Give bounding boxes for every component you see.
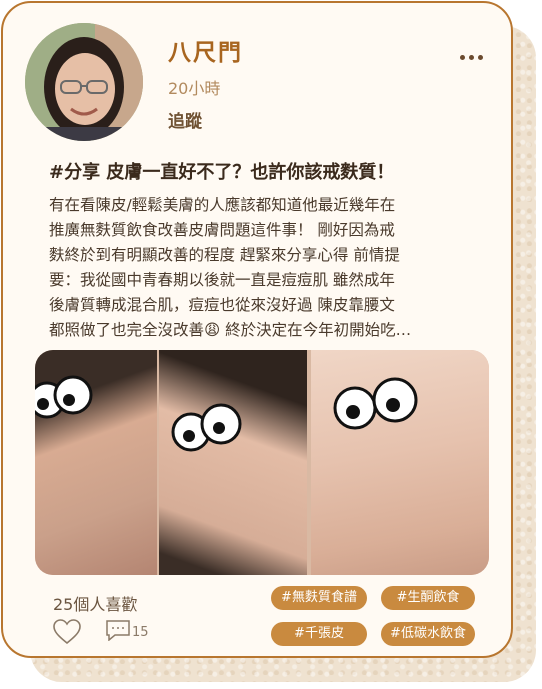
- tag-tofu-skin[interactable]: #千張皮: [271, 622, 367, 646]
- author-name[interactable]: 八尺門: [168, 33, 243, 67]
- tag-low-carb-diet[interactable]: #低碳水飲食: [381, 622, 475, 646]
- post-card: 八尺門 20小時 追蹤 #分享 皮膚一直好不了？也許你該戒麩質！ 有在看陳皮/輕…: [1, 1, 513, 658]
- photo-before-left[interactable]: [35, 350, 157, 575]
- tag-keto-diet[interactable]: #生酮飲食: [381, 586, 475, 610]
- avatar[interactable]: [25, 23, 143, 141]
- photo-after[interactable]: [311, 350, 489, 575]
- post-time: 20小時: [168, 79, 221, 98]
- more-icon[interactable]: [458, 47, 486, 67]
- like-count: 25個人喜歡: [53, 595, 138, 614]
- googly-eyes-sticker: [333, 377, 418, 430]
- comment-count: 15: [132, 625, 149, 640]
- follow-button[interactable]: 追蹤: [168, 107, 202, 132]
- heart-icon[interactable]: [53, 619, 81, 645]
- post-body[interactable]: 有在看陳皮/輕鬆美膚的人應該都知道他最近幾年在 推廣無麩質飲食改善皮膚問題這件事…: [49, 193, 469, 343]
- googly-eyes-sticker: [35, 375, 93, 419]
- photo-collage[interactable]: [35, 350, 489, 575]
- comment-icon[interactable]: [105, 619, 131, 642]
- photo-before-right[interactable]: [159, 350, 307, 575]
- googly-eyes-sticker: [171, 403, 242, 452]
- tag-gluten-free-recipes[interactable]: #無麩質食譜: [271, 586, 367, 610]
- post-title: #分享 皮膚一直好不了？也許你該戒麩質！: [49, 162, 395, 183]
